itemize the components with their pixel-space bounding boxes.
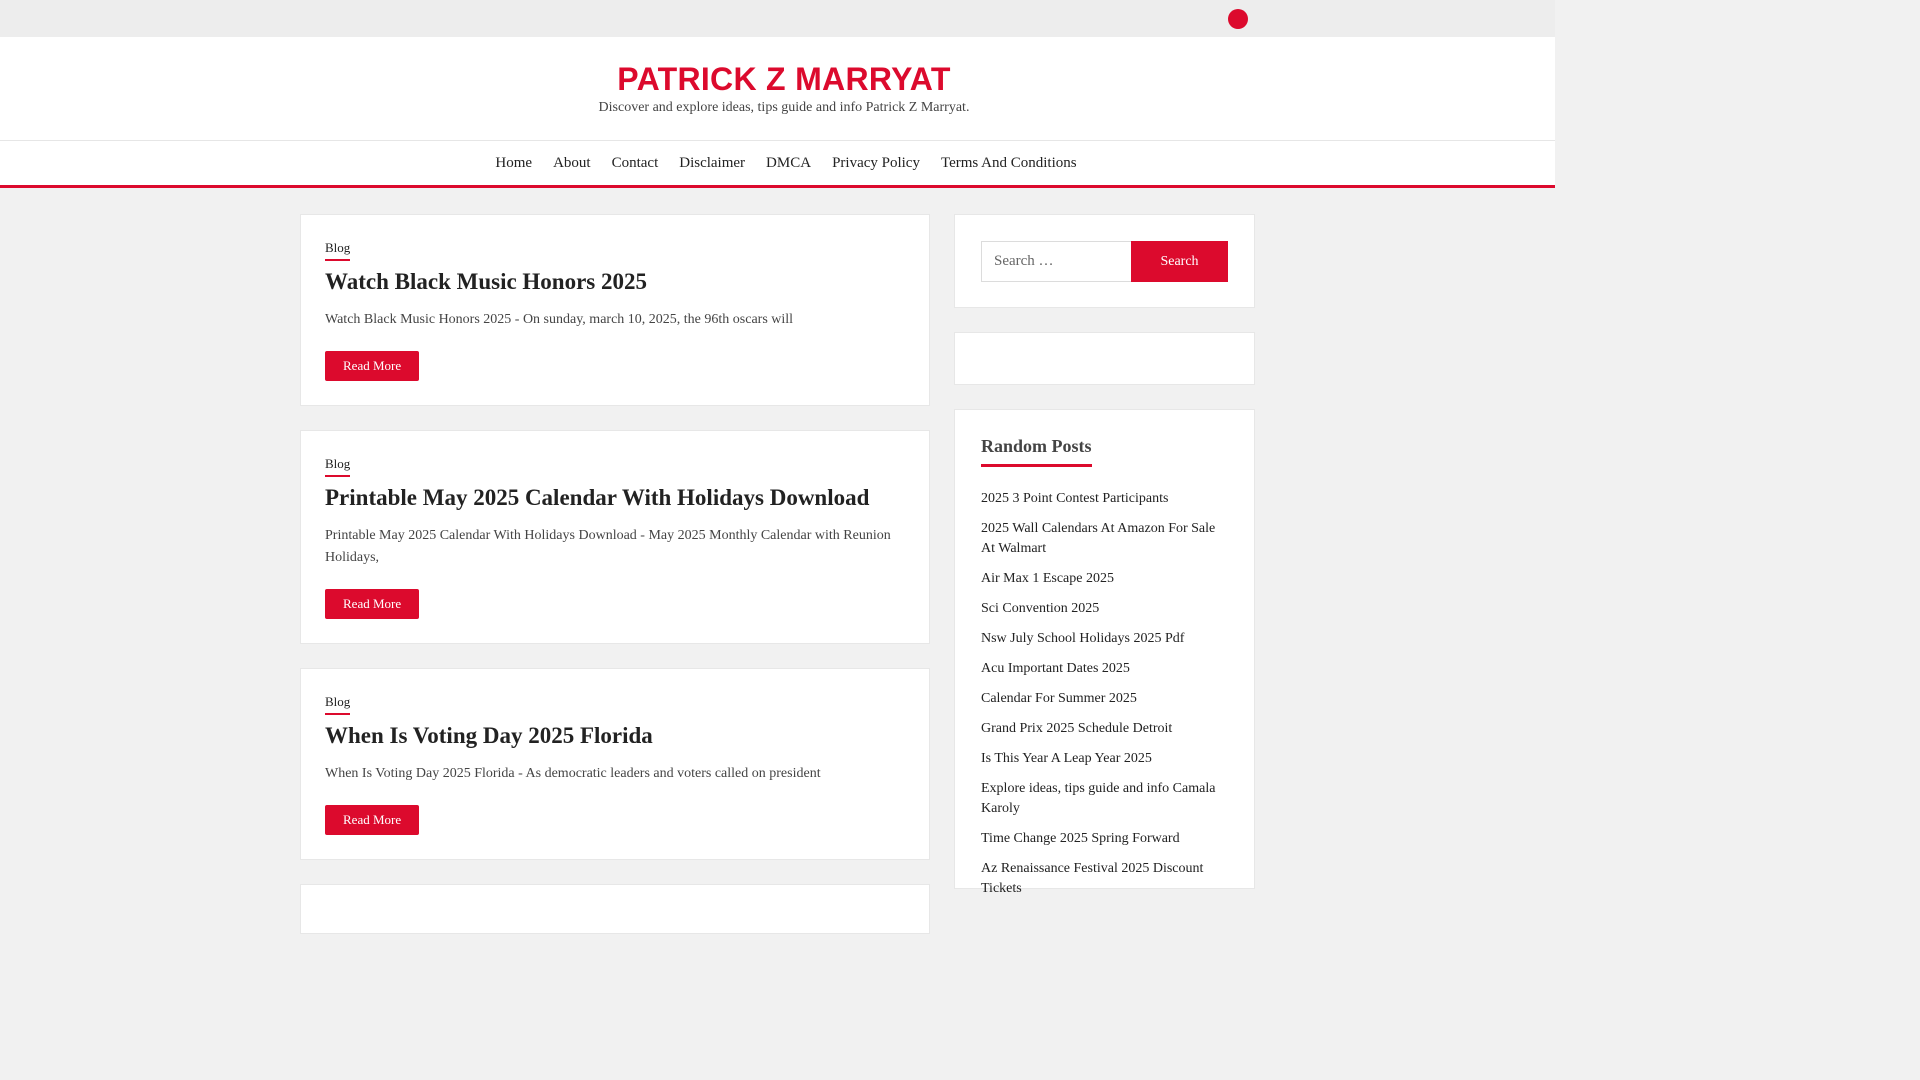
random-posts-title: Random Posts — [981, 434, 1092, 467]
scrollbar-thumb[interactable] — [1558, 0, 1567, 882]
nav-item-terms[interactable]: Terms And Conditions — [941, 153, 1077, 173]
post-excerpt: When Is Voting Day 2025 Florida - As dem… — [325, 766, 821, 781]
nav-item-contact[interactable]: Contact — [612, 153, 659, 173]
search-input[interactable] — [981, 241, 1131, 282]
post-category[interactable]: Blog — [325, 694, 351, 715]
empty-widget — [954, 332, 1255, 385]
post-excerpt: Printable May 2025 Calendar With Holiday… — [325, 528, 891, 565]
scrollbar[interactable] — [1555, 0, 1568, 882]
site-title[interactable]: PATRICK Z MARRYAT — [617, 63, 950, 95]
main-navigation: Home About Contact Disclaimer DMCA Priva… — [0, 141, 1568, 188]
list-item[interactable]: Nsw July School Holidays 2025 Pdf — [981, 629, 1228, 649]
post-excerpt: Watch Black Music Honors 2025 - On sunda… — [325, 312, 794, 327]
post-title[interactable]: Printable May 2025 Calendar With Holiday… — [325, 483, 905, 513]
random-posts-widget: Random Posts 2025 3 Point Contest Partic… — [954, 409, 1255, 896]
post-category[interactable]: Blog — [325, 240, 351, 261]
read-more-button[interactable]: Read More — [325, 351, 420, 381]
nav-item-dmca[interactable]: DMCA — [766, 153, 811, 173]
nav-item-home[interactable]: Home — [495, 153, 532, 173]
list-item[interactable]: 2025 3 Point Contest Participants — [981, 489, 1228, 509]
nav-item-privacy-policy[interactable]: Privacy Policy — [832, 153, 920, 173]
search-icon[interactable] — [1228, 9, 1248, 29]
list-item[interactable]: Time Change 2025 Spring Forward — [981, 829, 1228, 849]
list-item[interactable]: Az Renaissance Festival 2025 Discount Ti… — [981, 859, 1228, 899]
top-bar — [0, 0, 1568, 37]
site-header: PATRICK Z MARRYAT Discover and explore i… — [0, 37, 1568, 141]
post-title[interactable]: When Is Voting Day 2025 Florida — [325, 721, 905, 751]
sidebar: Search Random Posts 2025 3 Point Contest… — [954, 214, 1255, 913]
post-category[interactable]: Blog — [325, 456, 351, 477]
list-item[interactable]: Grand Prix 2025 Schedule Detroit — [981, 719, 1228, 739]
random-posts-list: 2025 3 Point Contest Participants 2025 W… — [981, 489, 1228, 899]
list-item[interactable]: 2025 Wall Calendars At Amazon For Sale A… — [981, 519, 1228, 559]
list-item[interactable]: Sci Convention 2025 — [981, 599, 1228, 619]
nav-item-disclaimer[interactable]: Disclaimer — [679, 153, 745, 173]
read-more-button[interactable]: Read More — [325, 589, 420, 619]
list-item[interactable]: Air Max 1 Escape 2025 — [981, 569, 1228, 589]
post-title[interactable]: Watch Black Music Honors 2025 — [325, 267, 905, 297]
list-item[interactable]: Calendar For Summer 2025 — [981, 689, 1228, 709]
list-item[interactable]: Acu Important Dates 2025 — [981, 659, 1228, 679]
read-more-button[interactable]: Read More — [325, 805, 420, 835]
post-card: Blog When Is Voting Day 2025 Florida Whe… — [300, 668, 930, 860]
site-description: Discover and explore ideas, tips guide a… — [598, 100, 970, 115]
post-card-partial — [300, 884, 930, 934]
post-list: Blog Watch Black Music Honors 2025 Watch… — [300, 214, 930, 958]
list-item[interactable]: Explore ideas, tips guide and info Camal… — [981, 779, 1228, 819]
search-widget: Search — [954, 214, 1255, 308]
search-button[interactable]: Search — [1131, 241, 1228, 282]
nav-item-about[interactable]: About — [553, 153, 591, 173]
post-card: Blog Printable May 2025 Calendar With Ho… — [300, 430, 930, 644]
list-item[interactable]: Is This Year A Leap Year 2025 — [981, 749, 1228, 769]
post-card: Blog Watch Black Music Honors 2025 Watch… — [300, 214, 930, 406]
